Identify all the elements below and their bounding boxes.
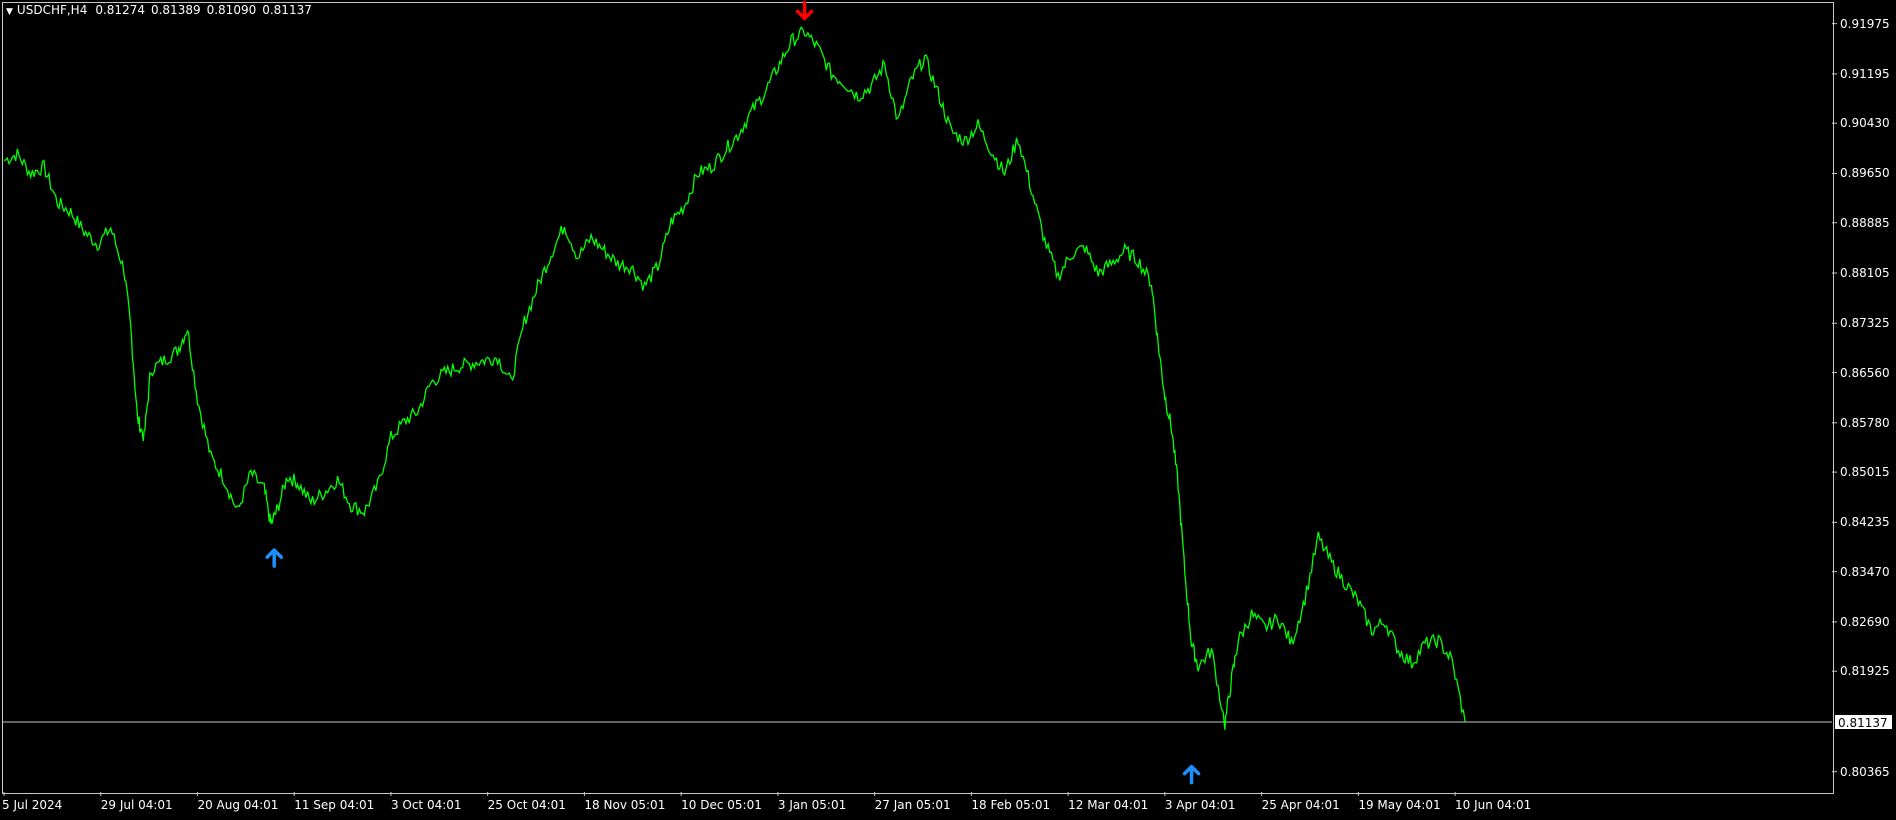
time-tick-label: 11 Sep 04:01 [294,798,375,812]
price-tick-label: 0.81925 [1840,664,1890,679]
price-series-line [3,26,1466,730]
price-tick-label: 0.80365 [1840,764,1890,779]
price-tick-label: 0.85780 [1840,415,1890,430]
time-tick-label: 3 Apr 04:01 [1164,798,1236,812]
buy-signal-arrow-up-icon[interactable] [265,548,283,568]
time-tick-label: 20 Aug 04:01 [197,798,279,812]
price-tick-label: 0.88105 [1840,266,1890,280]
buy-signal-arrow-up-icon[interactable] [1182,764,1201,785]
price-tick-label: 0.85015 [1840,465,1890,480]
time-tick-label: 27 Jan 05:01 [874,798,951,812]
chart-window[interactable]: ▼ USDCHF,H4 0.81274 0.81389 0.81090 0.81137 0… [0,0,1896,820]
price-tick-label: 0.84235 [1840,515,1890,530]
time-tick-label: 10 Jun 04:01 [1455,798,1532,812]
time-tick-label: 29 Jul 04:01 [100,798,173,812]
time-tick-label: 5 Jul 2024 [2,798,63,812]
price-tick-label: 0.87325 [1840,316,1890,331]
time-tick-label: 10 Dec 05:01 [681,798,762,812]
time-tick-label: 3 Oct 04:01 [390,798,462,812]
price-tick-label: 0.91975 [1840,16,1890,31]
time-tick-label: 18 Nov 05:01 [584,798,666,812]
price-chart [2,0,1837,796]
time-tick-label: 25 Apr 04:01 [1261,798,1340,812]
price-tick-label: 0.83470 [1840,564,1890,579]
price-tick-label: 0.91195 [1840,66,1890,81]
price-tick-label: 0.86560 [1840,365,1890,380]
time-tick-label: 3 Jan 05:01 [777,798,847,812]
time-tick-label: 18 Feb 05:01 [971,798,1051,812]
time-tick-label: 25 Oct 04:01 [487,798,566,812]
sell-signal-arrow-down-icon[interactable] [795,0,814,21]
time-tick-label: 19 May 04:01 [1358,798,1441,812]
price-tick-label: 0.90430 [1840,116,1890,131]
current-price-tag: 0.81137 [1834,713,1893,730]
price-tick-label: 0.88885 [1840,215,1890,230]
time-tick-label: 12 Mar 04:01 [1068,798,1149,812]
price-tick-label: 0.82690 [1840,614,1890,629]
price-tick-label: 0.89650 [1840,166,1890,181]
